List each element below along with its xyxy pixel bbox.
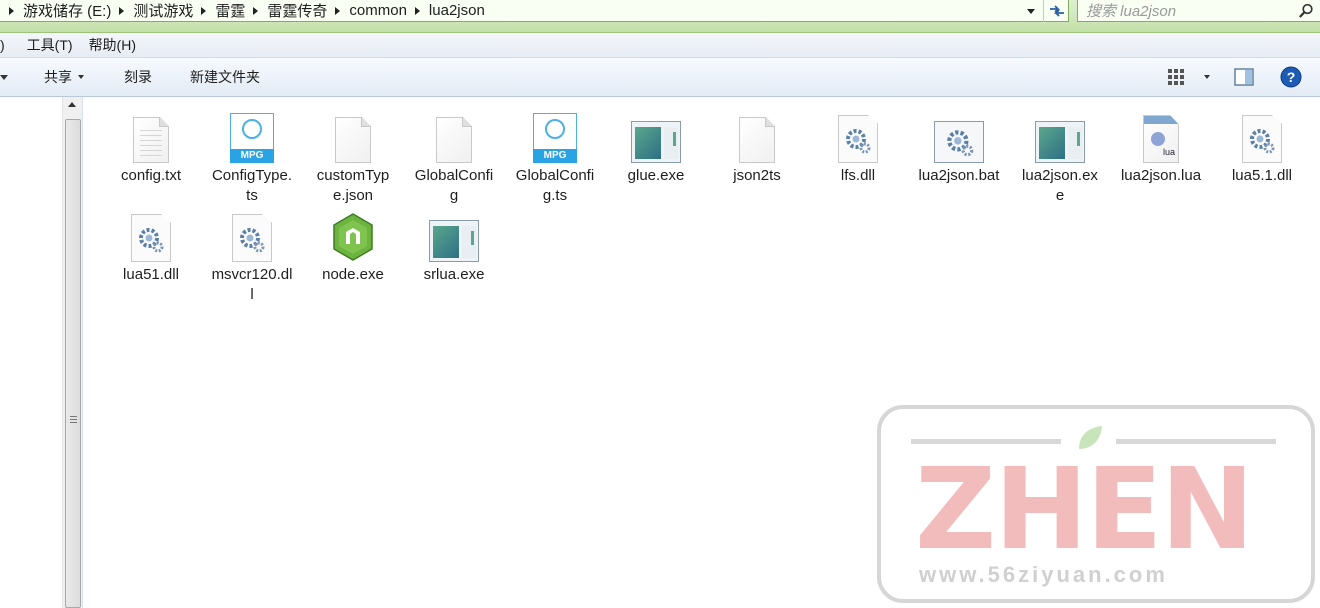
menu-item-help[interactable]: 帮助(H) — [81, 33, 144, 58]
batch-file-icon — [934, 121, 984, 163]
chevron-down-icon — [1204, 75, 1210, 79]
breadcrumb-drive[interactable]: 游戏储存 (E:) — [0, 0, 111, 22]
file-item[interactable]: lua51.dll — [105, 206, 197, 285]
file-name: customType.json — [316, 167, 390, 204]
chevron-right-icon[interactable] — [414, 6, 420, 15]
file-item[interactable]: MPG GlobalConfig.ts — [509, 107, 601, 206]
settings-file-icon — [838, 115, 878, 163]
scrollbar-thumb[interactable] — [65, 119, 81, 608]
organize-dropdown-partial[interactable] — [0, 58, 8, 96]
menu-item-partial[interactable]: ) — [0, 33, 19, 58]
view-grid-icon — [1168, 69, 1184, 85]
watermark-url: www.56ziyuan.com — [919, 562, 1168, 587]
breadcrumb-lua2json[interactable]: lua2json — [407, 0, 485, 22]
file-name: lua2json.exe — [1022, 167, 1098, 204]
preview-pane-button[interactable] — [1234, 58, 1254, 96]
file-name: lua2json.lua — [1120, 167, 1202, 184]
file-name: config.txt — [120, 167, 182, 184]
view-dropdown[interactable] — [1198, 58, 1210, 96]
file-item[interactable]: lua2json.exe — [1014, 107, 1106, 206]
search-input[interactable] — [1086, 2, 1286, 20]
breadcrumb-leiting-legend[interactable]: 雷霆传奇 — [245, 0, 327, 22]
grip-line — [70, 422, 77, 423]
application-icon — [429, 220, 479, 262]
file-item[interactable]: customType.json — [307, 107, 399, 206]
address-bar-strip: 游戏储存 (E:) 测试游戏 雷霆 雷霆传奇 common lua2json — [0, 0, 1320, 33]
nav-scrollbar[interactable] — [62, 97, 82, 608]
mpg-file-icon: MPG — [533, 113, 577, 163]
file-name: GlobalConfig.ts — [515, 167, 595, 204]
help-button[interactable]: ? — [1280, 58, 1302, 96]
settings-file-icon — [232, 214, 272, 262]
search-icon[interactable] — [1298, 3, 1314, 19]
chevron-down-icon — [78, 75, 84, 79]
file-name: lua5.1.dll — [1231, 167, 1293, 184]
file-name: srlua.exe — [423, 266, 485, 283]
preview-pane-icon — [1234, 68, 1254, 86]
watermark-brand-text: ZHEN — [915, 445, 1254, 575]
chevron-down-icon — [0, 74, 8, 80]
chevron-right-icon[interactable] — [335, 6, 341, 15]
file-item[interactable]: node.exe — [307, 206, 399, 285]
file-name: lfs.dll — [840, 167, 876, 184]
blank-file-icon — [739, 117, 775, 163]
file-item[interactable]: GlobalConfig — [408, 107, 500, 206]
breadcrumb-common[interactable]: common — [327, 0, 407, 22]
file-name: lua51.dll — [123, 266, 179, 283]
file-item[interactable]: lfs.dll — [812, 107, 904, 186]
file-name: glue.exe — [627, 167, 685, 184]
help-icon: ? — [1280, 66, 1302, 88]
file-name: node.exe — [322, 266, 384, 283]
menu-item-tools[interactable]: 工具(T) — [19, 33, 81, 58]
menu-bar: ) 工具(T) 帮助(H) — [0, 33, 1320, 58]
file-item[interactable]: msvcr120.dll — [206, 206, 298, 305]
blank-file-icon — [335, 117, 371, 163]
settings-file-icon — [1242, 115, 1282, 163]
address-bar[interactable]: 游戏储存 (E:) 测试游戏 雷霆 雷霆传奇 common lua2json — [0, 0, 1069, 22]
svg-text:?: ? — [1287, 69, 1296, 85]
search-box[interactable] — [1077, 0, 1320, 22]
file-item[interactable]: lua2json.bat — [913, 107, 1005, 186]
navigation-pane[interactable] — [0, 97, 83, 608]
mpg-file-icon: MPG — [230, 113, 274, 163]
application-icon — [631, 121, 681, 163]
breadcrumb-leiting[interactable]: 雷霆 — [193, 0, 245, 22]
file-name: json2ts — [733, 167, 781, 184]
new-folder-button[interactable]: 新建文件夹 — [190, 58, 260, 96]
refresh-button[interactable] — [1043, 0, 1069, 22]
scroll-up-arrow-icon[interactable] — [68, 102, 76, 107]
file-item[interactable]: glue.exe — [610, 107, 702, 186]
file-item[interactable]: lua5.1.dll — [1216, 107, 1308, 186]
file-name: msvcr120.dll — [211, 266, 293, 303]
command-bar: 共享 刻录 新建文件夹 ? — [0, 58, 1320, 97]
file-item[interactable]: json2ts — [711, 107, 803, 186]
chevron-down-icon — [1027, 8, 1035, 14]
file-item[interactable]: config.txt — [105, 107, 197, 186]
file-name: ConfigType.ts — [211, 167, 293, 204]
chevron-right-icon[interactable] — [119, 6, 125, 15]
file-item[interactable]: srlua.exe — [408, 206, 500, 285]
breadcrumb-test-games[interactable]: 测试游戏 — [111, 0, 193, 22]
chevron-right-icon[interactable] — [253, 6, 259, 15]
burn-button[interactable]: 刻录 — [124, 58, 152, 96]
settings-file-icon — [131, 214, 171, 262]
watermark-logo: ZHEN www.56ziyuan.com — [877, 405, 1315, 603]
blank-file-icon — [436, 117, 472, 163]
view-options-button[interactable] — [1167, 58, 1185, 96]
grip-line — [70, 419, 77, 420]
address-history-dropdown[interactable] — [1020, 0, 1042, 22]
file-name: GlobalConfig — [414, 167, 494, 204]
chevron-right-icon[interactable] — [9, 6, 14, 15]
application-icon — [1035, 121, 1085, 163]
nodejs-icon — [333, 213, 373, 261]
file-item[interactable]: lua lua2json.lua — [1115, 107, 1207, 186]
file-name: lua2json.bat — [918, 167, 1000, 184]
lua-file-icon: lua — [1143, 115, 1179, 163]
file-item[interactable]: MPG ConfigType.ts — [206, 107, 298, 206]
grip-line — [70, 416, 77, 417]
refresh-icon — [1049, 5, 1064, 17]
share-button[interactable]: 共享 — [44, 58, 84, 96]
chevron-right-icon[interactable] — [201, 6, 207, 15]
text-file-icon — [133, 117, 169, 163]
